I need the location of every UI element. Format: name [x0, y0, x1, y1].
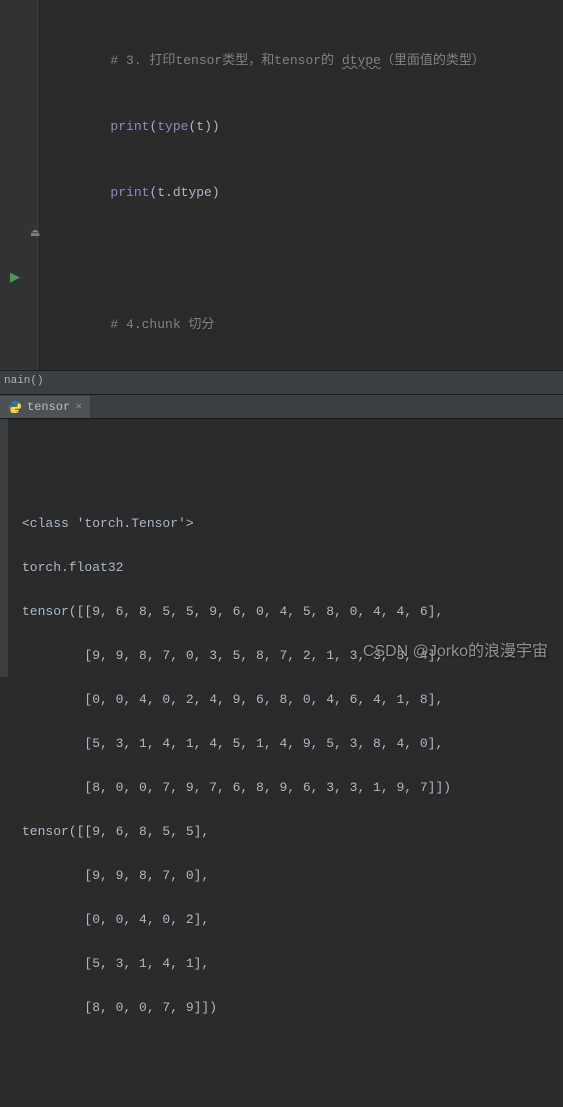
run-icon[interactable]: ▶: [10, 270, 20, 285]
console-line: [5, 3, 1, 4, 1],: [22, 953, 553, 975]
code-comment: # 3. 打印tensor类型，和tensor的: [110, 53, 341, 68]
code-comment: （里面值的类型）: [381, 53, 485, 68]
code-editor: ⏏ ▶ # 3. 打印tensor类型，和tensor的 dtype（里面值的类…: [0, 0, 563, 370]
editor-gutter: ⏏ ▶: [0, 0, 38, 370]
code-content[interactable]: # 3. 打印tensor类型，和tensor的 dtype（里面值的类型） p…: [38, 0, 563, 370]
code-punct: (t.dtype): [149, 185, 219, 200]
console-line: [5, 3, 1, 4, 1, 4, 5, 1, 4, 9, 5, 3, 8, …: [22, 733, 553, 755]
console-line: tensor([[9, 6, 8, 5, 5, 9, 6, 0, 4, 5, 8…: [22, 601, 553, 623]
tab-label: tensor: [27, 400, 70, 414]
code-builtin: print: [110, 119, 149, 134]
console-line: tensor([[9, 6, 8, 5, 5],: [22, 821, 553, 843]
console-sidebar: [0, 419, 8, 677]
watermark: CSDN @Jorko的浪漫宇宙: [363, 641, 548, 663]
console-output[interactable]: <class 'torch.Tensor'> torch.float32 ten…: [0, 419, 563, 677]
console-tabs: tensor ×: [0, 394, 563, 419]
code-comment: dtype: [342, 53, 381, 68]
breadcrumb[interactable]: nain(): [0, 370, 563, 394]
code-punct: (t)): [188, 119, 219, 134]
lock-icon: ⏏: [30, 226, 40, 240]
console-line: torch.float32: [22, 557, 553, 579]
console-line: [0, 0, 4, 0, 2],: [22, 909, 553, 931]
console-line: [8, 0, 0, 7, 9, 7, 6, 8, 9, 6, 3, 3, 1, …: [22, 777, 553, 799]
code-comment: # 4.chunk 切分: [110, 317, 214, 332]
code-builtin: type: [157, 119, 188, 134]
console-line: [9, 9, 8, 7, 0],: [22, 865, 553, 887]
close-icon[interactable]: ×: [75, 400, 82, 414]
tab-tensor[interactable]: tensor ×: [0, 396, 90, 418]
console-line: <class 'torch.Tensor'>: [22, 513, 553, 535]
console-line: [0, 0, 4, 0, 2, 4, 9, 6, 8, 0, 4, 6, 4, …: [22, 689, 553, 711]
code-builtin: print: [110, 185, 149, 200]
python-icon: [8, 400, 22, 414]
console-line: [8, 0, 0, 7, 9]]): [22, 997, 553, 1019]
